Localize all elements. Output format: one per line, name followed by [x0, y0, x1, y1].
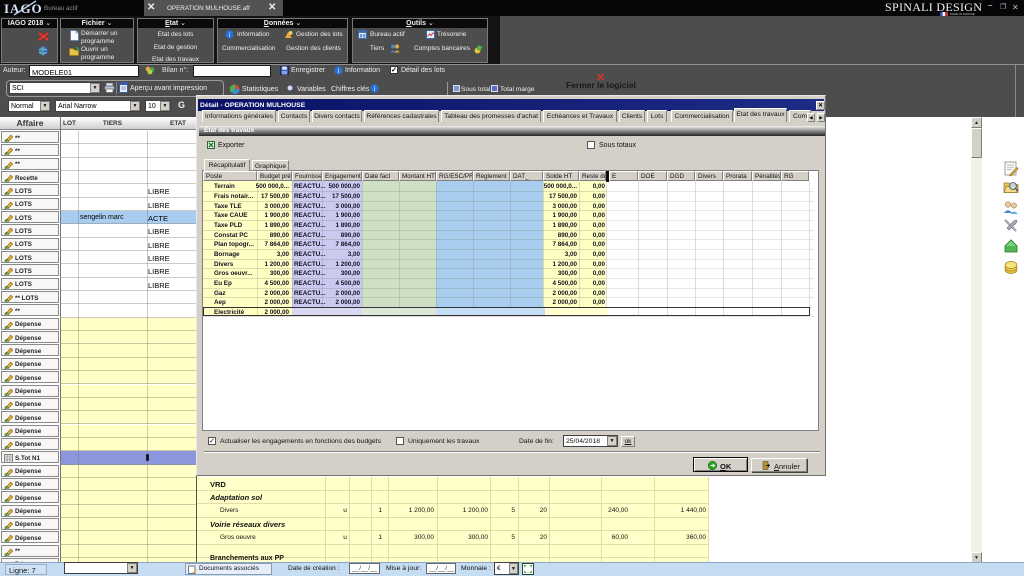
svg-text:i: i — [229, 31, 231, 39]
svg-text:i: i — [338, 67, 340, 75]
svg-text:i: i — [374, 85, 376, 93]
